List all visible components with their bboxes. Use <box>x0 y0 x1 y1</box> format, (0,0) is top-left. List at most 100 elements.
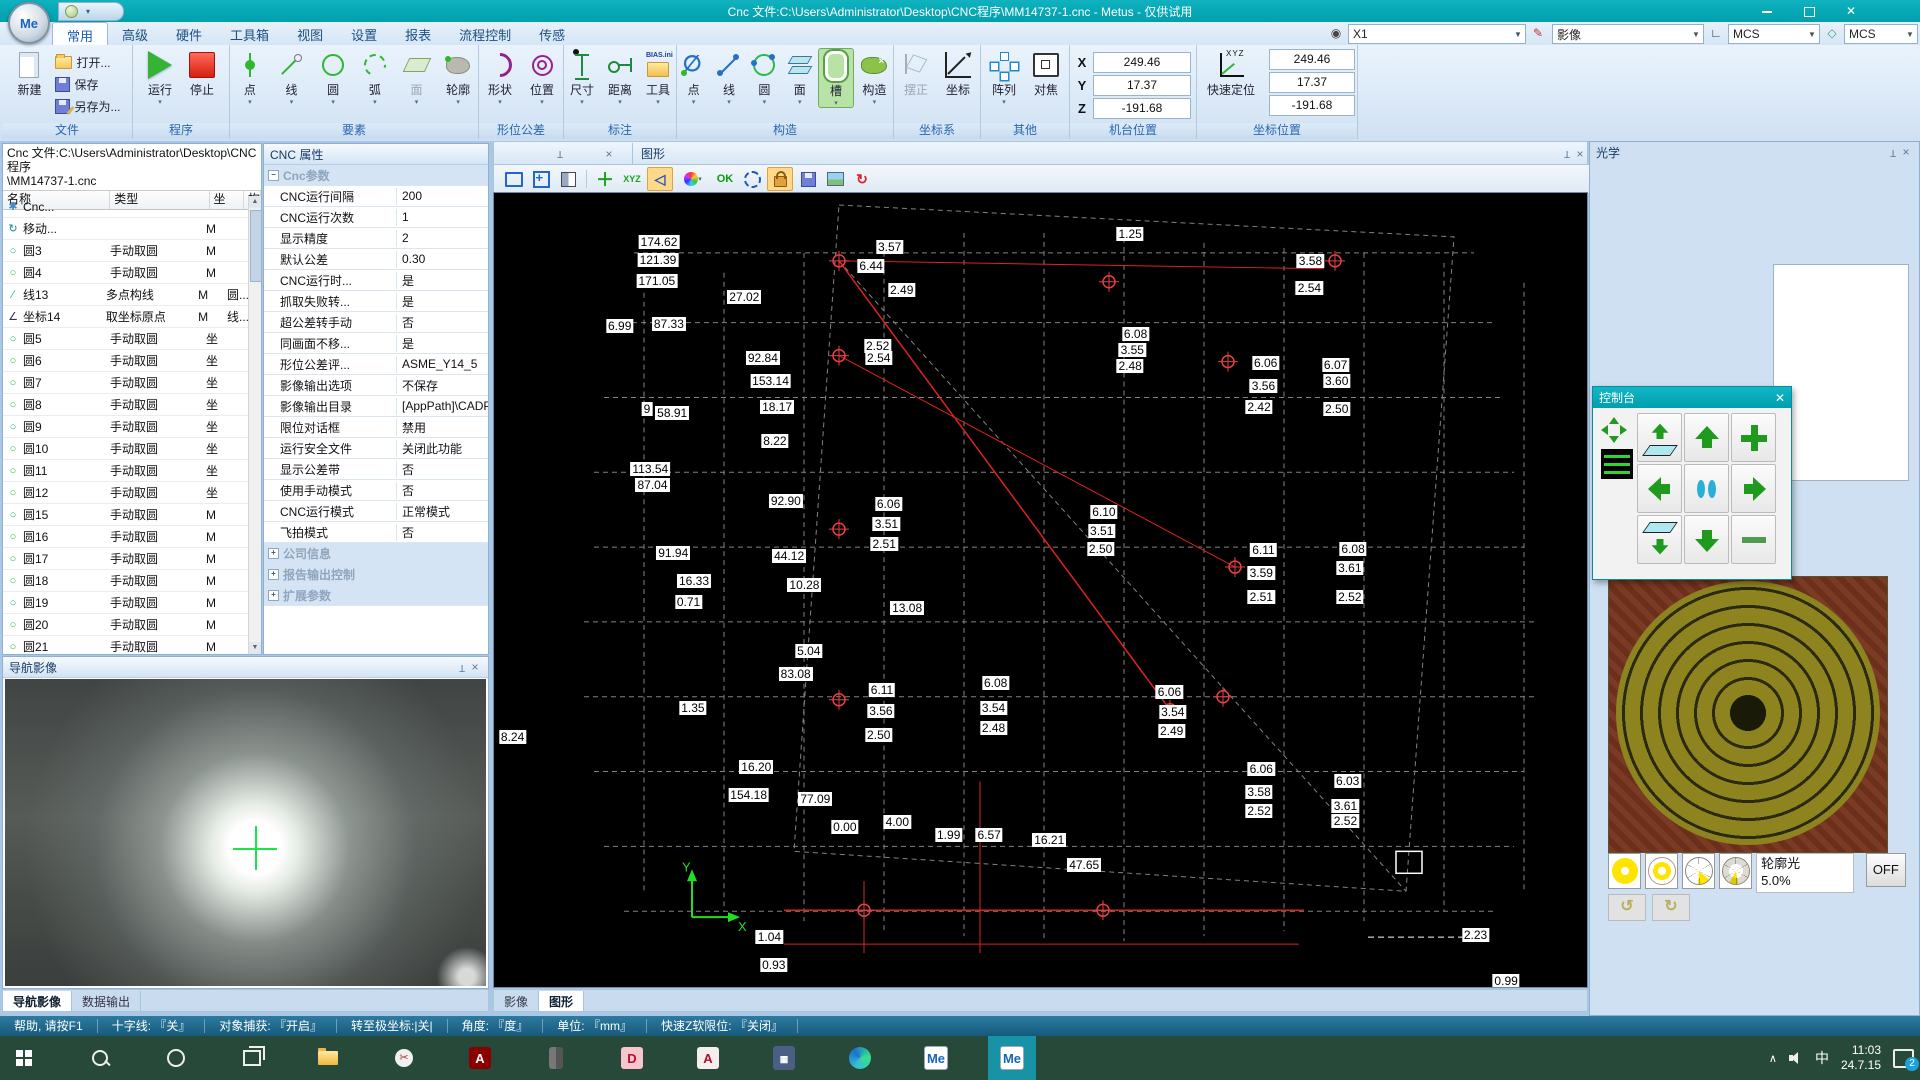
align-button[interactable]: 摆正 <box>896 48 936 98</box>
property-row[interactable]: 默认公差0.30 <box>264 249 488 270</box>
metus-active-window-button[interactable]: Me <box>988 1036 1036 1080</box>
table-row[interactable]: ○圆21手动取圆M <box>3 636 249 654</box>
app-d-button[interactable]: D <box>608 1036 656 1080</box>
tab-graphics[interactable]: 图形 <box>539 991 584 1011</box>
tray-expand-icon[interactable]: ∧ <box>1769 1052 1777 1065</box>
stop-button[interactable]: 停止 <box>182 48 222 98</box>
pin-icon[interactable]: T <box>554 148 566 159</box>
table-row[interactable]: ○圆18手动取圆M <box>3 570 249 592</box>
rotate-cw-button[interactable]: ↻ <box>1652 894 1690 921</box>
save-view-button[interactable] <box>796 168 820 190</box>
scroll-up-icon[interactable]: ▲ <box>249 196 261 208</box>
scrollbar-thumb[interactable] <box>250 210 262 282</box>
table-row[interactable]: ○圆11手动取圆坐 <box>3 460 249 482</box>
snipping-tool-button[interactable]: ✂ <box>380 1036 428 1080</box>
new-button[interactable]: 新建 <box>9 48 49 98</box>
table-row[interactable]: ∕线13多点构线M圆... <box>3 284 249 306</box>
focus-button[interactable]: 对焦 <box>1026 48 1066 98</box>
pause-button[interactable] <box>1684 464 1729 513</box>
add-point-button[interactable]: ＋ <box>593 168 617 190</box>
pdf-reader-button[interactable]: A <box>456 1036 504 1080</box>
y-plus-button[interactable] <box>1684 413 1729 462</box>
open-button[interactable]: 打开... <box>51 52 114 73</box>
property-group-row[interactable]: +扩展参数 <box>264 585 488 606</box>
property-row[interactable]: CNC运行次数1 <box>264 207 488 228</box>
speed-plus-button[interactable] <box>1731 413 1776 462</box>
close-panel-icon[interactable]: × <box>468 660 482 674</box>
property-row[interactable]: 限位对话框禁用 <box>264 417 488 438</box>
property-row[interactable]: CNC运行时...是 <box>264 270 488 291</box>
save-button[interactable]: 保存 <box>51 74 102 95</box>
table-row[interactable]: ○圆10手动取圆坐 <box>3 438 249 460</box>
ime-indicator[interactable]: 中 <box>1815 1048 1829 1068</box>
pin-icon[interactable]: T <box>456 662 468 673</box>
zoom-fit-button[interactable] <box>529 168 553 190</box>
camera-image[interactable] <box>5 679 486 986</box>
close-button[interactable]: ✕ <box>1834 2 1868 20</box>
table-row[interactable]: ○圆19手动取圆M <box>3 592 249 614</box>
table-row[interactable]: ○圆8手动取圆坐 <box>3 394 249 416</box>
run-button[interactable]: 运行▾ <box>140 48 180 106</box>
workplane-select[interactable]: MCS▼ <box>1844 24 1918 44</box>
sensor-select[interactable]: 影像▼ <box>1552 24 1704 44</box>
form-tolerance-button[interactable]: 形状▾ <box>480 48 520 106</box>
property-group-row[interactable]: +报告输出控制 <box>264 564 488 585</box>
array-button[interactable]: 阵列▾ <box>984 48 1024 106</box>
property-group-row[interactable]: +公司信息 <box>264 543 488 564</box>
tab-image[interactable]: 影像 <box>494 991 539 1011</box>
ribbon-tab-4[interactable]: 工具箱 <box>216 22 283 45</box>
table-row[interactable]: ○圆12手动取圆坐 <box>3 482 249 504</box>
segment-light-button[interactable] <box>1682 853 1715 889</box>
construct-point-button[interactable]: ∅点▾ <box>677 48 710 106</box>
x-minus-button[interactable] <box>1637 464 1682 513</box>
speed-minus-button[interactable] <box>1731 515 1776 564</box>
measure-contour-button[interactable]: 轮廓▾ <box>438 48 478 106</box>
distance-button[interactable]: 距离▾ <box>602 48 638 106</box>
expand-icon[interactable]: + <box>268 590 279 601</box>
ribbon-tab-9[interactable]: 传感 <box>525 22 579 45</box>
slot-button[interactable]: 槽▾ <box>818 48 853 108</box>
notification-icon[interactable]: 2 <box>1893 1049 1914 1068</box>
table-row[interactable]: ○圆6手动取圆坐 <box>3 350 249 372</box>
table-row[interactable]: ○圆15手动取圆M <box>3 504 249 526</box>
quick-locate-button[interactable]: XYZ 快速定位 <box>1199 48 1263 98</box>
tools-button[interactable]: BIAS.ini工具▾ <box>640 48 676 106</box>
table-row[interactable]: ○圆16手动取圆M <box>3 526 249 548</box>
y-minus-button[interactable] <box>1684 515 1729 564</box>
ribbon-tab-8[interactable]: 流程控制 <box>445 22 525 45</box>
app-a-button[interactable]: A <box>684 1036 732 1080</box>
measure-circle-button[interactable]: 圆▾ <box>313 48 353 106</box>
measure-arc-button[interactable]: 弧▾ <box>355 48 395 106</box>
quick-access-toolbar[interactable]: ▾ <box>58 2 124 21</box>
ribbon-tab-1[interactable]: 常用 <box>52 22 108 46</box>
stage-view[interactable] <box>1608 576 1888 853</box>
probe-select[interactable]: X1▼ <box>1348 24 1526 44</box>
ring-light-button[interactable] <box>1608 853 1641 889</box>
construct-button[interactable]: 构造▾ <box>856 48 893 106</box>
start-button[interactable] <box>0 1036 48 1080</box>
property-row[interactable]: 使用手动模式否 <box>264 480 488 501</box>
property-row[interactable]: CNC运行间隔200 <box>264 186 488 207</box>
measure-point-button[interactable]: 点▾ <box>230 48 270 106</box>
coaxial-light-button[interactable] <box>1645 853 1678 889</box>
scroll-down-icon[interactable]: ▼ <box>249 642 261 654</box>
property-row[interactable]: 影像输出选项不保存 <box>264 375 488 396</box>
light-off-button[interactable]: OFF <box>1866 853 1906 887</box>
property-row[interactable]: 形位公差评...ASME_Y14_5 <box>264 354 488 375</box>
property-row[interactable]: CNC运行模式正常模式 <box>264 501 488 522</box>
rotate-ccw-button[interactable]: ↺ <box>1608 894 1646 921</box>
refresh-button[interactable]: ↻ <box>850 168 874 190</box>
close-panel-icon[interactable]: × <box>1573 147 1587 161</box>
table-row[interactable]: ○圆7手动取圆坐 <box>3 372 249 394</box>
tab-navigation-image[interactable]: 导航影像 <box>3 991 72 1011</box>
pin-icon[interactable]: T <box>1887 147 1899 158</box>
expand-icon[interactable]: + <box>268 548 279 559</box>
construct-plane-button[interactable]: 面▾ <box>783 48 816 106</box>
property-row[interactable]: 运行安全文件关闭此功能 <box>264 438 488 459</box>
color-button[interactable]: ▾ <box>676 168 710 190</box>
zoom-window-button[interactable] <box>502 168 526 190</box>
dimension-button[interactable]: 尺寸▾ <box>564 48 600 106</box>
property-row[interactable]: 抓取失败转...是 <box>264 291 488 312</box>
select-cursor-button[interactable]: ◁ <box>647 167 673 191</box>
measure-line-button[interactable]: 线▾ <box>272 48 312 106</box>
